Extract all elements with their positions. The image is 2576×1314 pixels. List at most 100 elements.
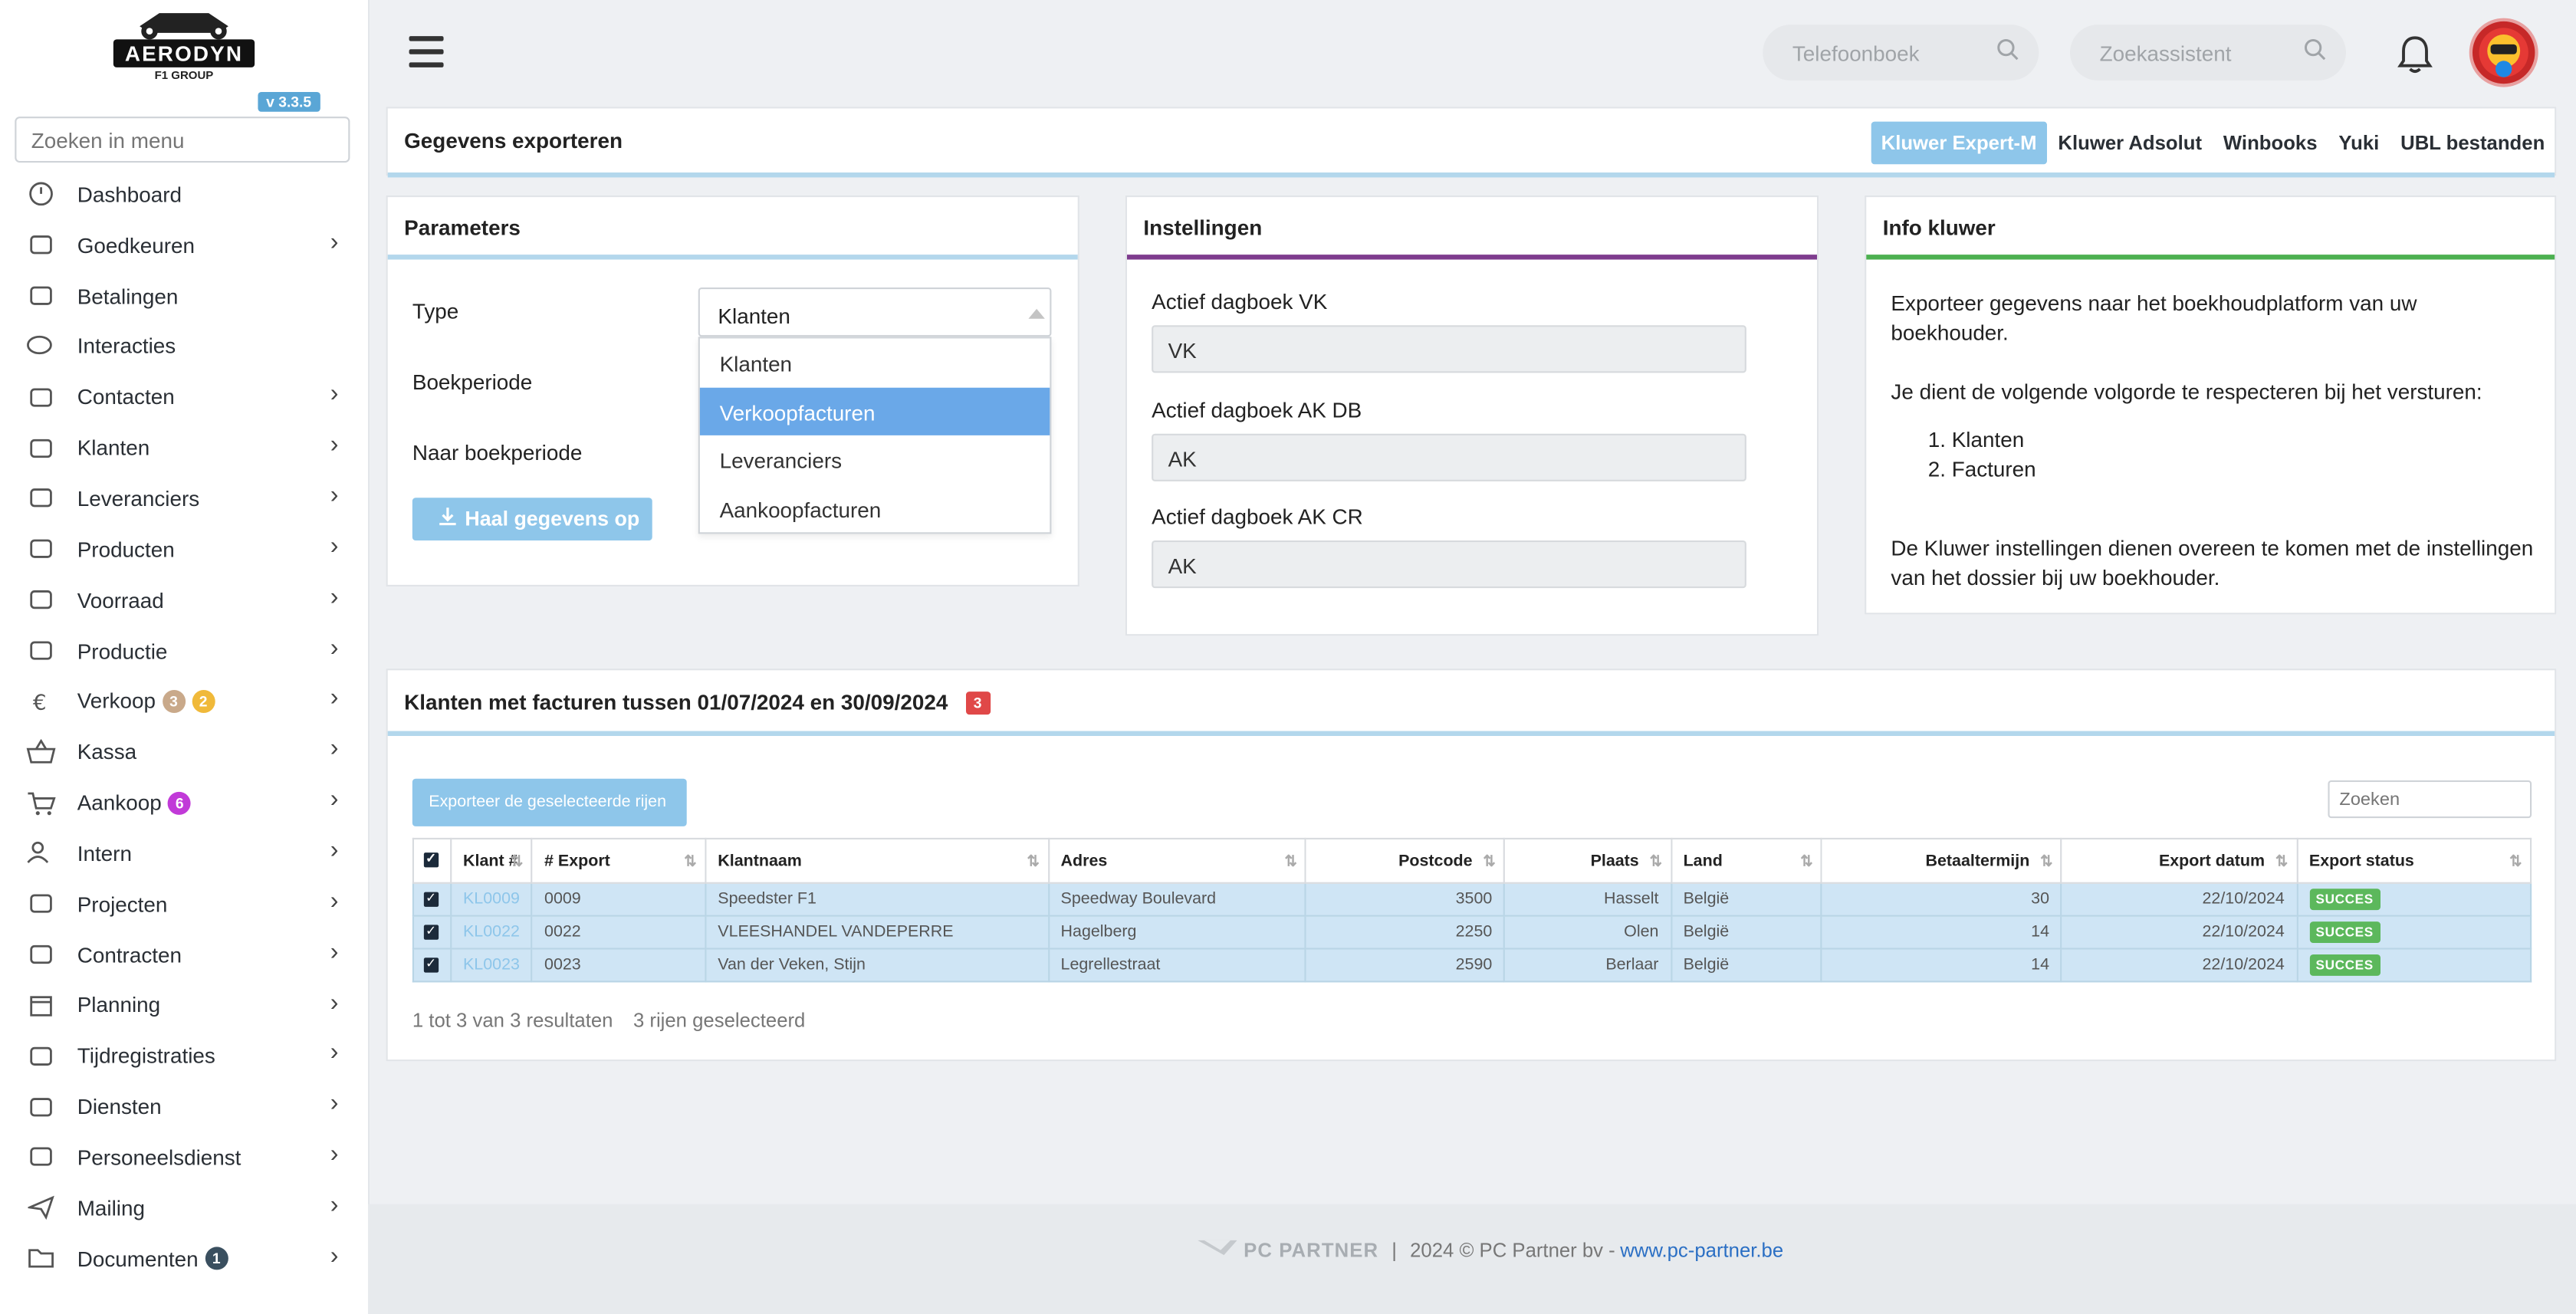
notification-bell-icon[interactable] <box>2397 34 2433 74</box>
sidebar-item-label: Betalingen <box>77 283 179 309</box>
chevron-right-icon: › <box>330 532 339 560</box>
sort-icon[interactable]: ⇅ <box>1483 852 1495 871</box>
boekperiode-label: Boekperiode <box>412 370 533 395</box>
sidebar-item-dashboard[interactable]: Dashboard <box>0 169 368 220</box>
column-header[interactable]: Land ⇅ <box>1670 837 1823 884</box>
select-all-checkbox[interactable] <box>412 837 452 884</box>
dropdown-option[interactable]: Verkoopfacturen <box>699 386 1050 435</box>
assistant-search[interactable]: Zoekassistent <box>2070 25 2346 81</box>
table-row[interactable]: KL0023 0023 Van der Veken, Stijn Legrellest… <box>412 948 2532 983</box>
sidebar-item-leveranciers[interactable]: Leveranciers › <box>0 473 368 524</box>
tab-winbooks[interactable]: Winbooks <box>2213 122 2327 165</box>
fetch-data-button[interactable]: Haal gegevens op <box>412 498 652 540</box>
table-row[interactable]: KL0022 0022 VLEESHANDEL VANDEPERRE Hagelber… <box>412 915 2532 950</box>
cell-naam: Van der Veken, Stijn <box>705 948 1050 983</box>
column-header[interactable]: # Export ⇅ <box>531 837 707 884</box>
tab-ubl-bestanden[interactable]: UBL bestanden <box>2390 122 2555 165</box>
sidebar-item-tijdregistraties[interactable]: Tijdregistraties › <box>0 1030 368 1081</box>
sidebar-item-label: Personeelsdienst <box>77 1145 242 1170</box>
menu-search-input[interactable] <box>15 117 350 163</box>
row-checkbox[interactable] <box>412 948 452 983</box>
cell-adres: Hagelberg <box>1047 915 1307 950</box>
type-select[interactable]: Klanten <box>698 287 1052 337</box>
table-row[interactable]: KL0009 0009 Speedster F1 Speedway Boulevard… <box>412 882 2532 917</box>
sort-icon[interactable]: ⇅ <box>2040 852 2052 871</box>
sidebar-item-projecten[interactable]: Projecten › <box>0 879 368 929</box>
cell-text: 22/10/2024 <box>2202 890 2285 908</box>
sort-icon[interactable]: ⇅ <box>2275 852 2288 871</box>
row-checkbox[interactable] <box>412 882 452 917</box>
footer-link[interactable]: www.pc-partner.be <box>1620 1238 1783 1261</box>
sidebar-item-diensten[interactable]: Diensten › <box>0 1081 368 1132</box>
hamburger-menu-icon[interactable] <box>409 36 444 69</box>
sort-icon[interactable]: ⇅ <box>684 852 696 871</box>
column-header[interactable]: Postcode ⇅ <box>1305 837 1506 884</box>
sidebar-item-intern[interactable]: Intern › <box>0 828 368 879</box>
cell-land: België <box>1670 882 1823 917</box>
column-header[interactable]: Klantnaam ⇅ <box>705 837 1050 884</box>
sidebar-item-verkoop[interactable]: € Verkoop 3 2 › <box>0 676 368 727</box>
sidebar-item-documenten[interactable]: Documenten 1 › <box>0 1234 368 1284</box>
export-selected-button[interactable]: Exporteer de geselecteerde rijen <box>412 778 687 826</box>
sort-icon[interactable]: ⇅ <box>511 852 523 871</box>
cell-termijn: 14 <box>1821 948 2063 983</box>
tab-yuki[interactable]: Yuki <box>2329 122 2390 165</box>
sidebar-item-voorraad[interactable]: Voorraad › <box>0 574 368 625</box>
sidebar-item-kassa[interactable]: Kassa › <box>0 727 368 777</box>
tab-kluwer-adsolut[interactable]: Kluwer Adsolut <box>2049 122 2212 165</box>
column-header[interactable]: Betaaltermijn ⇅ <box>1821 837 2063 884</box>
sidebar-item-contracten[interactable]: Contracten › <box>0 929 368 980</box>
cell-status: SUCCES <box>2295 948 2532 983</box>
sidebar-item-aankoop[interactable]: Aankoop 6 › <box>0 777 368 828</box>
sidebar-item-personeelsdienst[interactable]: Personeelsdienst › <box>0 1132 368 1182</box>
column-header[interactable]: Klant # ⇅ <box>449 837 534 884</box>
chevron-right-icon: › <box>330 1191 339 1219</box>
column-header[interactable]: Adres ⇅ <box>1047 837 1307 884</box>
chevron-right-icon: › <box>330 937 339 966</box>
chevron-right-icon: › <box>330 379 339 409</box>
cell-adres: Speedway Boulevard <box>1047 882 1307 917</box>
info-step: Klanten <box>1952 425 2540 455</box>
sort-icon[interactable]: ⇅ <box>1800 852 1812 871</box>
sidebar-item-producten[interactable]: Producten › <box>0 524 368 574</box>
column-header[interactable]: Export datum ⇅ <box>2061 837 2298 884</box>
cell-plaats: Hasselt <box>1503 882 1672 917</box>
export-tabs: Kluwer Expert-M Kluwer Adsolut Winbooks Yuk… <box>1870 121 2555 165</box>
dropdown-option[interactable]: Aankoopfacturen <box>700 484 1050 532</box>
chat-icon <box>25 333 58 360</box>
sort-icon[interactable]: ⇅ <box>2509 852 2522 871</box>
gears-icon <box>25 637 58 663</box>
sidebar-item-mailing[interactable]: Mailing › <box>0 1183 368 1234</box>
cell-postcode: 3500 <box>1305 882 1506 917</box>
cell-klant[interactable]: KL0023 <box>449 948 534 983</box>
sidebar-item-label: Contracten <box>77 942 182 967</box>
dropdown-option[interactable]: Leveranciers <box>700 435 1050 484</box>
sort-icon[interactable]: ⇅ <box>1027 852 1040 871</box>
sidebar-item-goedkeuren[interactable]: Goedkeuren › <box>0 220 368 271</box>
sidebar-item-interacties[interactable]: Interacties <box>0 321 368 372</box>
sidebar-item-label: Planning <box>77 993 161 1018</box>
dropdown-option[interactable]: Klanten <box>700 338 1050 386</box>
sidebar-item-betalingen[interactable]: Betalingen <box>0 271 368 321</box>
table-search-input[interactable] <box>2328 780 2532 819</box>
sidebar-item-label: Productie <box>77 638 168 663</box>
tab-kluwer-expert-m[interactable]: Kluwer Expert-M <box>1871 121 2047 165</box>
logo-subtext: F1 GROUP <box>154 71 214 83</box>
user-avatar[interactable] <box>2469 18 2538 87</box>
sort-icon[interactable]: ⇅ <box>1284 852 1296 871</box>
info-note: De Kluwer instellingen dienen overeen te… <box>1891 535 2534 590</box>
sidebar-item-planning[interactable]: Planning › <box>0 980 368 1030</box>
sidebar-item-productie[interactable]: Productie › <box>0 626 368 676</box>
sort-icon[interactable]: ⇅ <box>1650 852 1662 871</box>
company-logo[interactable]: AERODYN F1 GROUP <box>110 3 258 85</box>
sidebar-item-klanten[interactable]: Klanten › <box>0 422 368 473</box>
cell-klant[interactable]: KL0022 <box>449 915 534 950</box>
row-checkbox[interactable] <box>412 915 452 950</box>
column-header[interactable]: Plaats ⇅ <box>1503 837 1672 884</box>
sidebar-item-contacten[interactable]: Contacten › <box>0 372 368 422</box>
phonebook-search[interactable]: Telefoonboek <box>1763 25 2039 81</box>
cell-klant[interactable]: KL0009 <box>449 882 534 917</box>
column-header[interactable]: Export status ⇅ <box>2295 837 2532 884</box>
cell-text: VLEESHANDEL VANDEPERRE <box>718 923 954 941</box>
cell-land: België <box>1670 948 1823 983</box>
